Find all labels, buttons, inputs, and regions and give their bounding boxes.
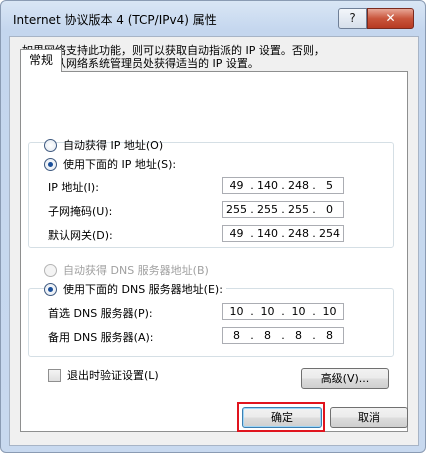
ip-octet: 255 (257, 203, 278, 216)
advanced-button[interactable]: 高级(V)... (301, 368, 389, 389)
window-title: Internet 协议版本 4 (TCP/IPv4) 属性 (13, 13, 217, 27)
preferred-dns-label: 首选 DNS 服务器(P): (48, 307, 153, 320)
ip-octet: 8 (326, 329, 333, 342)
ip-octet: 10 (260, 305, 275, 318)
validate-on-exit-label: 退出时验证设置(L) (67, 369, 159, 382)
dns-auto-label: 自动获得 DNS 服务器地址(B) (63, 264, 209, 277)
subnet-mask-input[interactable]: 255. 255. 255. 0 (222, 201, 344, 218)
ip-octet: 8 (295, 329, 302, 342)
subnet-mask-label: 子网掩码(U): (48, 205, 113, 218)
description-text: 如果网络支持此功能，则可以获取自动指派的 IP 设置。否则， 您需要从网络系统管… (22, 44, 392, 70)
ip-octet: 248 (288, 179, 309, 192)
ip-manual-label: 使用下面的 IP 地址(S): (63, 158, 177, 171)
ip-address-label: IP 地址(I): (48, 181, 99, 194)
dns-auto-radio[interactable]: 自动获得 DNS 服务器地址(B) (44, 262, 209, 278)
radio-checked-icon (44, 282, 57, 296)
ip-octet: 10 (229, 305, 244, 318)
validate-on-exit-checkbox[interactable]: 退出时验证设置(L) (48, 367, 159, 383)
radio-checked-icon (44, 157, 57, 171)
ip-octet: 49 (229, 227, 244, 240)
ip-octet: 5 (326, 179, 333, 192)
ip-octet: 248 (288, 227, 309, 240)
preferred-dns-input[interactable]: 10. 10. 10. 10 (222, 303, 344, 320)
ip-octet: 49 (229, 179, 244, 192)
title-bar[interactable]: Internet 协议版本 4 (TCP/IPv4) 属性 ? ✕ (1, 1, 425, 37)
ip-auto-radio[interactable]: 自动获得 IP 地址(O) (44, 137, 163, 153)
tab-general[interactable]: 常规 (20, 49, 62, 72)
close-button[interactable]: ✕ (367, 8, 414, 29)
ip-octet: 10 (291, 305, 306, 318)
alternate-dns-label: 备用 DNS 服务器(A): (48, 331, 154, 344)
ip-octet: 8 (264, 329, 271, 342)
ip-octet: 255 (288, 203, 309, 216)
ip-manual-radio[interactable]: 使用下面的 IP 地址(S): (44, 156, 180, 172)
ip-auto-label: 自动获得 IP 地址(O) (63, 139, 164, 152)
dns-manual-label: 使用下面的 DNS 服务器地址(E): (63, 283, 223, 296)
ip-octet: 255 (226, 203, 247, 216)
ip-octet: 10 (322, 305, 337, 318)
description-line-1: 如果网络支持此功能，则可以获取自动指派的 IP 设置。否则， (22, 44, 325, 57)
dns-manual-radio[interactable]: 使用下面的 DNS 服务器地址(E): (44, 281, 226, 297)
default-gateway-label: 默认网关(D): (48, 229, 113, 242)
ok-button-highlight-box (237, 402, 325, 432)
ip-octet: 140 (257, 179, 278, 192)
radio-unchecked-icon (44, 138, 57, 152)
ip-octet: 0 (326, 203, 333, 216)
description-line-2: 您需要从网络系统管理员处获得适当的 IP 设置。 (22, 57, 259, 70)
ip-octet: 140 (257, 227, 278, 240)
help-button[interactable]: ? (338, 8, 367, 29)
alternate-dns-input[interactable]: 8. 8. 8. 8 (222, 327, 344, 344)
cancel-button[interactable]: 取消 (330, 407, 408, 428)
default-gateway-input[interactable]: 49. 140. 248. 254 (222, 225, 344, 242)
radio-disabled-icon (44, 263, 57, 277)
ip-octet: 8 (233, 329, 240, 342)
ip-address-input[interactable]: 49. 140. 248. 5 (222, 177, 344, 194)
checkbox-unchecked-icon (48, 368, 61, 382)
dns-group-box (28, 288, 394, 357)
ip-octet: 254 (319, 227, 340, 240)
